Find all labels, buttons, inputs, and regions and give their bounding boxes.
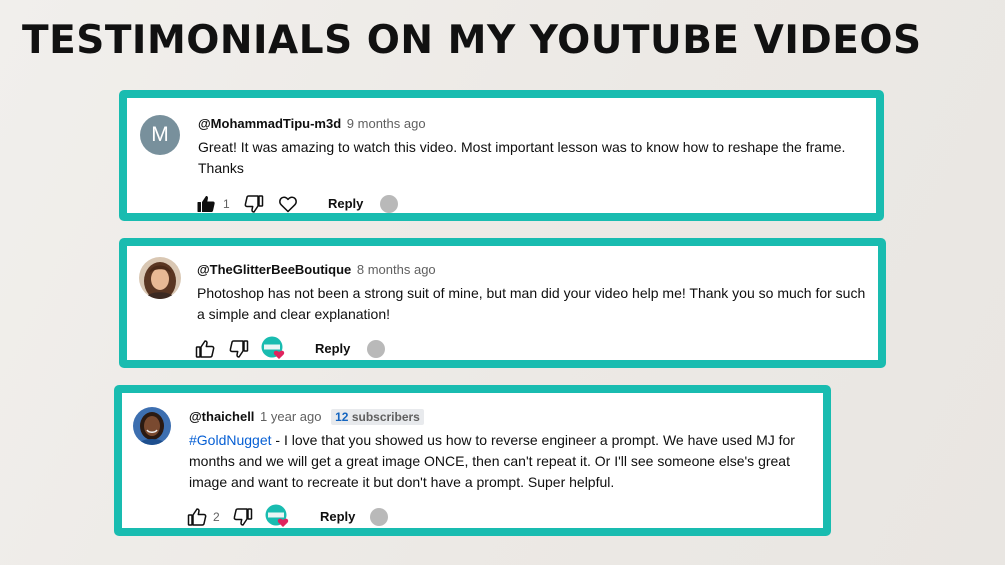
avatar[interactable]	[139, 257, 181, 299]
avatar[interactable]: M	[140, 115, 180, 155]
hashtag-link[interactable]: #GoldNugget	[189, 432, 272, 448]
thumbs-up-icon[interactable]	[187, 507, 207, 527]
menu-dot-icon[interactable]	[367, 340, 385, 358]
comment-text-body: - I love that you showed us how to rever…	[189, 432, 795, 490]
comment-time[interactable]: 9 months ago	[347, 116, 426, 131]
comment-text: Great! It was amazing to watch this vide…	[198, 139, 846, 176]
subscriber-label: subscribers	[351, 410, 420, 424]
menu-dot-icon[interactable]	[370, 508, 388, 526]
comment-header: @thaichell 1 year ago 12 subscribers	[189, 409, 424, 425]
testimonial-card: @thaichell 1 year ago 12 subscribers #Go…	[114, 385, 831, 536]
testimonial-card: M @MohammadTipu-m3d 9 months ago Great! …	[119, 90, 884, 221]
comment-actions: Reply	[195, 336, 425, 363]
creator-heart-badge[interactable]	[265, 504, 289, 528]
comment-header: @TheGlitterBeeBoutique 8 months ago	[197, 262, 436, 277]
author-handle[interactable]: @TheGlitterBeeBoutique	[197, 262, 351, 277]
comment-text: Photoshop has not been a strong suit of …	[197, 285, 866, 322]
comment-text: #GoldNugget - I love that you showed us …	[189, 430, 819, 493]
comment-actions: 1 Reply	[196, 194, 426, 218]
thumbs-down-icon[interactable]	[244, 194, 264, 214]
creator-heart-icon	[265, 504, 289, 527]
avatar[interactable]	[133, 407, 171, 445]
testimonial-card: @TheGlitterBeeBoutique 8 months ago Phot…	[119, 238, 886, 368]
like-count: 1	[223, 197, 230, 211]
author-handle[interactable]: @MohammadTipu-m3d	[198, 116, 341, 131]
comment-header: @MohammadTipu-m3d 9 months ago	[198, 116, 426, 131]
like-count: 2	[213, 510, 220, 524]
creator-heart-badge[interactable]	[261, 336, 285, 360]
comment-time[interactable]: 8 months ago	[357, 262, 436, 277]
thumbs-up-icon[interactable]	[195, 339, 215, 359]
thumbs-up-filled-icon[interactable]	[196, 194, 216, 214]
comment-time[interactable]: 1 year ago	[260, 409, 321, 424]
avatar-photo	[139, 257, 181, 299]
author-handle[interactable]: @thaichell	[189, 409, 254, 424]
avatar-letter: M	[151, 123, 169, 146]
reply-button[interactable]: Reply	[320, 507, 355, 527]
thumbs-down-icon[interactable]	[229, 339, 249, 359]
avatar-photo	[133, 407, 171, 445]
creator-heart-icon	[261, 336, 285, 359]
menu-dot-icon[interactable]	[380, 195, 398, 213]
comment-actions: 2 Reply	[187, 504, 417, 531]
thumbs-down-icon[interactable]	[233, 507, 253, 527]
subscriber-count: 12	[335, 410, 349, 424]
subscriber-badge: 12 subscribers	[331, 409, 424, 425]
reply-button[interactable]: Reply	[315, 339, 350, 359]
page-title: TESTIMONIALS ON MY YOUTUBE VIDEOS	[22, 18, 922, 63]
reply-button[interactable]: Reply	[328, 194, 363, 214]
heart-icon[interactable]	[278, 194, 298, 214]
